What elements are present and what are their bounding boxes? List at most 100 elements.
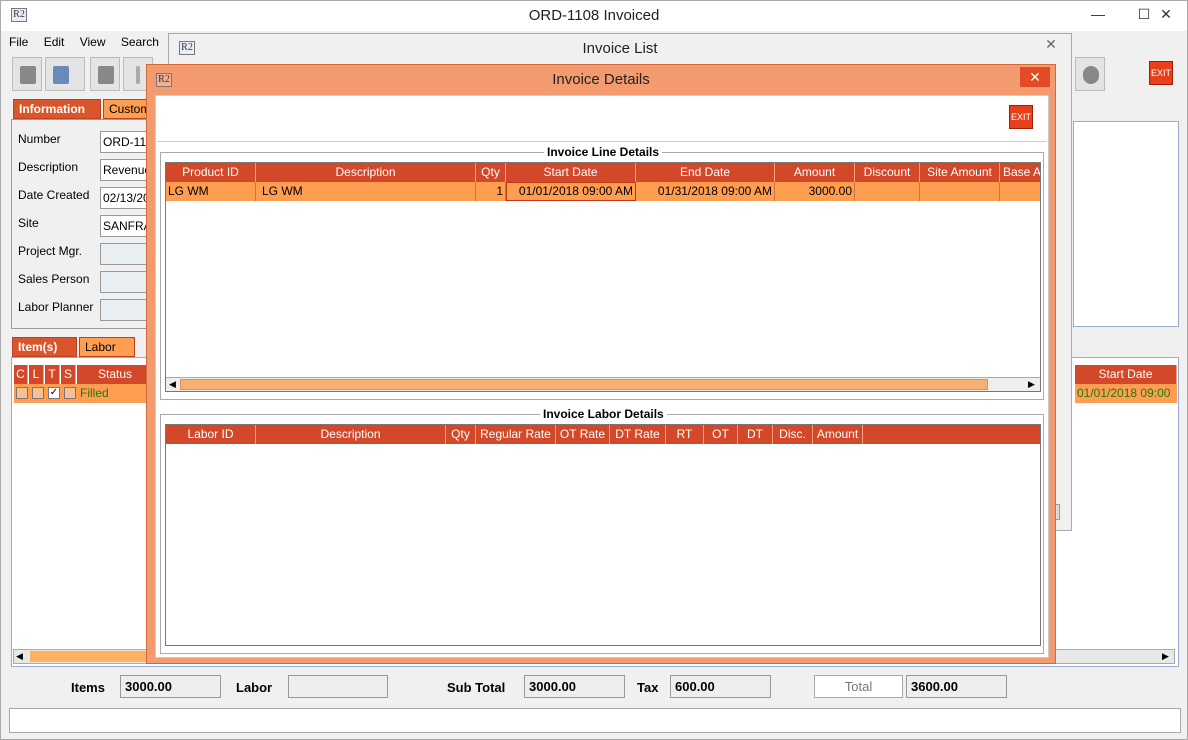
invoice-details-title: Invoice Details	[552, 71, 650, 88]
invoice-list-title: Invoice List	[582, 40, 658, 57]
scroll-thumb[interactable]	[30, 651, 150, 662]
labor-total-label: Labor	[236, 680, 273, 695]
details-exit-icon[interactable]: EXIT	[1009, 105, 1033, 129]
disconnect-button[interactable]	[1075, 57, 1105, 91]
labor-details-title: Invoice Labor Details	[540, 407, 667, 421]
col-labor-amount: Amount	[813, 425, 863, 444]
cell-site-amount	[920, 182, 1000, 201]
status-bar	[9, 708, 1181, 733]
col-labor-description: Description	[256, 425, 446, 444]
col-disc: Disc.	[773, 425, 813, 444]
checkbox-c[interactable]	[16, 387, 28, 399]
cell-product-id: LG WM	[166, 182, 256, 201]
labor-details-table: Labor ID Description Qty Regular Rate OT…	[165, 424, 1041, 646]
row-start-date[interactable]: 01/01/2018 09:00	[1075, 384, 1177, 403]
tab-labor[interactable]: Labor	[79, 337, 135, 357]
col-start-date: Start Date	[1075, 365, 1177, 384]
checkbox-l[interactable]	[32, 387, 44, 399]
window-title: ORD-1108 Invoiced	[528, 7, 660, 24]
col-dt-rate: DT Rate	[610, 425, 666, 444]
app-logo-icon: R2	[11, 8, 27, 22]
line-details-header: Product ID Description Qty Start Date En…	[166, 163, 1040, 182]
col-site-amount: Site Amount	[920, 163, 1000, 182]
status-filled: Filled	[80, 386, 109, 400]
subtotal-field: 3000.00	[524, 675, 625, 698]
print-button[interactable]	[45, 57, 85, 91]
plug-icon	[1083, 66, 1099, 84]
scroll-right-arrow-icon[interactable]: ▶	[1162, 650, 1169, 663]
invoice-details-close-button[interactable]: ✕	[1020, 67, 1050, 87]
col-dt: DT	[738, 425, 773, 444]
col-amount: Amount	[775, 163, 855, 182]
total-button[interactable]: Total	[814, 675, 903, 698]
col-t: T	[45, 365, 60, 384]
cell-start-date[interactable]: 01/01/2018 09:00 AM	[506, 182, 636, 201]
line-details-title: Invoice Line Details	[544, 145, 663, 159]
label-project-mgr: Project Mgr.	[18, 244, 83, 258]
col-qty: Qty	[476, 163, 506, 182]
disk-icon	[98, 66, 114, 84]
line-scroll-right-icon[interactable]: ▶	[1028, 378, 1035, 391]
labor-details-header: Labor ID Description Qty Regular Rate OT…	[166, 425, 1040, 444]
menu-view[interactable]: View	[80, 31, 106, 53]
minimize-button[interactable]: —	[1075, 1, 1121, 27]
col-regular-rate: Regular Rate	[476, 425, 556, 444]
col-ot-rate: OT Rate	[556, 425, 610, 444]
tab-items[interactable]: Item(s)	[12, 337, 77, 357]
col-rt: RT	[666, 425, 704, 444]
col-product-id: Product ID	[166, 163, 256, 182]
label-sales-person: Sales Person	[18, 272, 90, 286]
close-window-button[interactable]: ✕	[1143, 1, 1188, 27]
line-scroll-left-icon[interactable]: ◀	[169, 378, 176, 391]
save-button[interactable]	[90, 57, 120, 91]
items-total-label: Items	[71, 680, 105, 695]
label-labor-planner: Labor Planner	[18, 300, 94, 314]
cell-description: LG WM	[256, 182, 476, 201]
cell-base-amount	[1000, 182, 1040, 201]
labor-total-field	[288, 675, 388, 698]
line-details-hscrollbar[interactable]: ◀ ▶	[166, 377, 1040, 391]
menu-edit[interactable]: Edit	[44, 31, 65, 53]
checkbox-s[interactable]	[64, 387, 76, 399]
label-number: Number	[18, 132, 61, 146]
details-toolbar	[157, 98, 1047, 142]
printer-icon	[53, 66, 69, 84]
col-end-date: End Date	[636, 163, 775, 182]
col-status: Status	[77, 365, 154, 384]
col-c: C	[14, 365, 28, 384]
tax-field: 600.00	[670, 675, 771, 698]
menu-search[interactable]: Search	[121, 31, 159, 53]
items-table-row[interactable]: ✓ Filled	[14, 384, 154, 403]
label-site: Site	[18, 216, 39, 230]
pencil-icon	[136, 66, 140, 84]
invoice-details-body: EXIT Invoice Line Details Product ID Des…	[155, 95, 1049, 658]
cell-end-date: 01/31/2018 09:00 AM	[636, 182, 775, 201]
right-info-panel	[1073, 121, 1179, 327]
label-date-created: Date Created	[18, 188, 90, 202]
col-l: L	[29, 365, 44, 384]
checkbox-t-checked[interactable]: ✓	[48, 387, 60, 399]
line-scroll-thumb[interactable]	[180, 379, 988, 390]
line-details-row[interactable]: LG WM LG WM 1 01/01/2018 09:00 AM 01/31/…	[166, 182, 1040, 201]
col-discount: Discount	[855, 163, 920, 182]
new-doc-button[interactable]	[12, 57, 42, 91]
scroll-left-arrow-icon[interactable]: ◀	[16, 650, 23, 663]
cell-discount	[855, 182, 920, 201]
cell-amount: 3000.00	[775, 182, 855, 201]
col-start-date: Start Date	[506, 163, 636, 182]
cell-qty: 1	[476, 182, 506, 201]
invoice-details-dialog: R2 Invoice Details ✕ EXIT Invoice Line D…	[146, 64, 1056, 664]
col-ot: OT	[704, 425, 738, 444]
tax-label: Tax	[637, 680, 659, 695]
main-exit-icon[interactable]: EXIT	[1149, 61, 1173, 85]
main-titlebar: R2 ORD-1108 Invoiced — ☐ ✕	[1, 1, 1187, 31]
menu-file[interactable]: File	[9, 31, 28, 53]
items-total-field: 3000.00	[120, 675, 221, 698]
items-table-header: C L T S Status	[14, 365, 154, 384]
subtotal-label: Sub Total	[447, 680, 506, 695]
total-field: 3600.00	[906, 675, 1007, 698]
line-details-table: Product ID Description Qty Start Date En…	[165, 162, 1041, 392]
document-icon	[20, 66, 36, 84]
invoice-list-close-button[interactable]: ✕	[1036, 34, 1066, 54]
tab-information[interactable]: Information	[13, 99, 101, 119]
